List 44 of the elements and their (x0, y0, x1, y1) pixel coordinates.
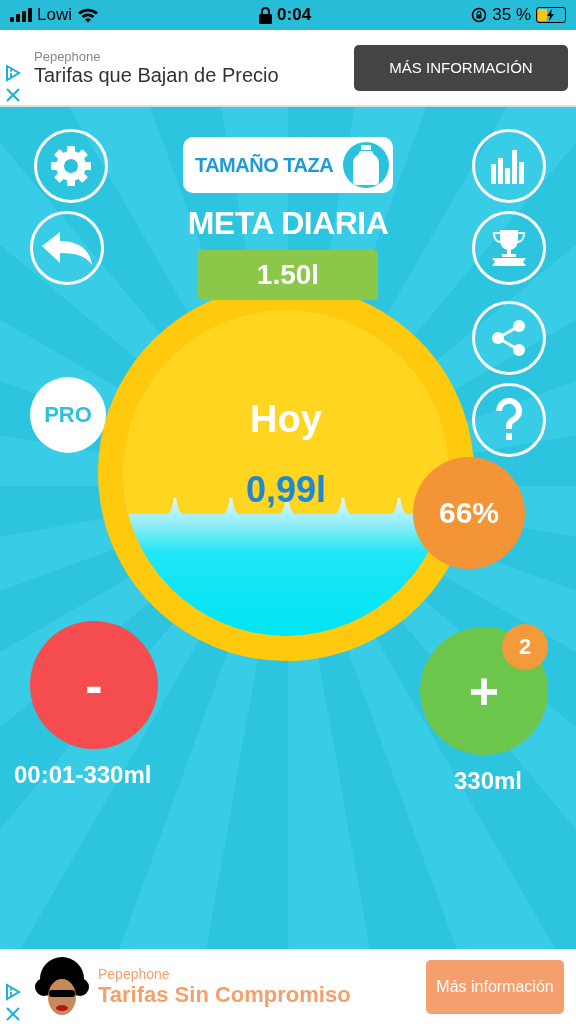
share-button[interactable] (472, 301, 546, 375)
battery-icon (536, 7, 566, 23)
achievements-button[interactable] (472, 211, 546, 285)
rotation-lock-icon (471, 7, 488, 23)
bar-chart-icon (491, 148, 527, 184)
daily-goal-value[interactable]: 1.50l (198, 250, 378, 300)
last-entry-label: 00:01-330ml (14, 761, 152, 789)
today-label: Hoy (250, 398, 322, 441)
advertiser-name: Pepephone (34, 48, 102, 64)
add-amount-label: 330ml (453, 767, 522, 795)
ad-headline: Tarifas que Bajan de Precio (34, 63, 280, 87)
daily-goal-title: META DIARIA (187, 205, 389, 242)
ad-choices-icon[interactable] (5, 63, 21, 82)
settings-icon (49, 144, 93, 188)
lock-icon (259, 6, 273, 24)
cup-size-label: TAMAÑO TAZA (194, 153, 334, 177)
ad-choices-icon[interactable] (5, 982, 21, 1001)
back-arrow-icon (40, 230, 94, 266)
count-badge: 2 (502, 624, 548, 670)
settings-button[interactable] (34, 129, 108, 203)
percent-badge: 66% (413, 457, 525, 569)
clock-time: 0:04 (277, 5, 312, 25)
ad-headline: Tarifas Sin Compromiso (98, 981, 352, 1008)
share-icon (490, 319, 528, 357)
bottle-icon (343, 142, 390, 188)
pro-button[interactable]: PRO (30, 377, 106, 453)
trophy-icon (489, 228, 529, 268)
signal-icon (10, 8, 32, 22)
wifi-icon (76, 7, 99, 23)
help-button[interactable] (472, 383, 546, 457)
cup-size-button[interactable]: TAMAÑO TAZA (182, 137, 394, 193)
more-info-button[interactable]: MÁS INFORMACIÓN (354, 44, 568, 91)
carrier-name: Lowi (37, 5, 72, 25)
question-mark-icon (494, 398, 524, 442)
close-icon[interactable] (6, 1006, 20, 1021)
close-icon[interactable] (6, 87, 20, 102)
remove-button[interactable]: - (30, 621, 158, 749)
today-amount: 0,99l (245, 469, 327, 511)
back-button[interactable] (30, 211, 104, 285)
more-info-button[interactable]: Más información (426, 959, 564, 1014)
battery-percent: 35 % (492, 5, 531, 25)
advertiser-name: Pepephone (98, 965, 171, 982)
statistics-button[interactable] (472, 129, 546, 203)
cartoon-character-drawing (34, 956, 90, 1017)
